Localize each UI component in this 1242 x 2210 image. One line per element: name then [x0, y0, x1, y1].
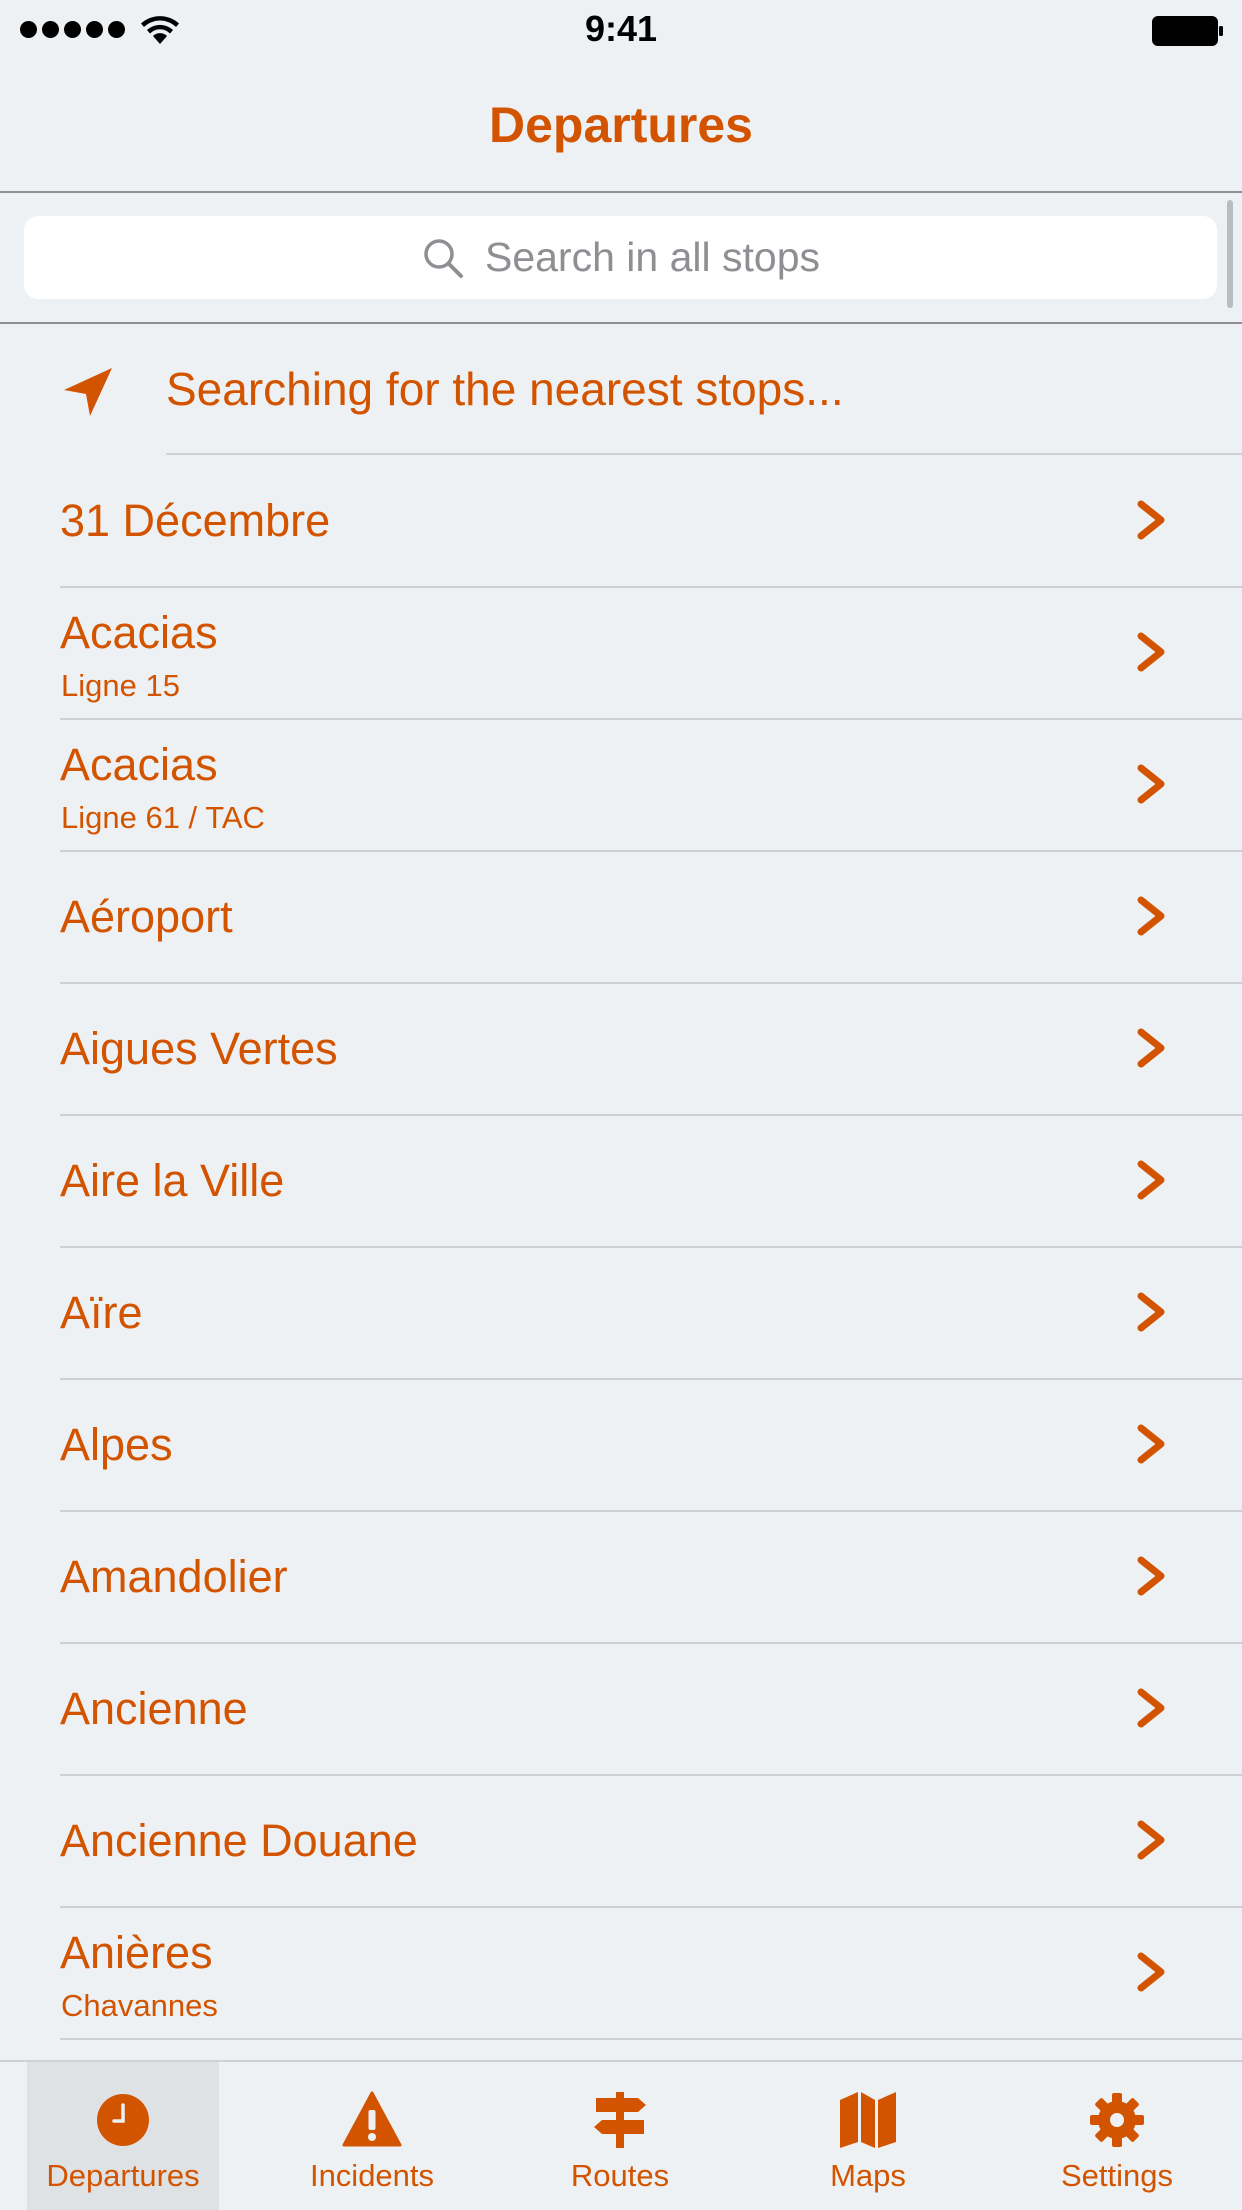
- nearest-stops-row[interactable]: Searching for the nearest stops...: [0, 324, 1242, 455]
- signpost-icon: [594, 2092, 646, 2148]
- search-icon: [424, 238, 463, 278]
- search-placeholder: Search in all stops: [484, 234, 820, 280]
- stop-list: 31 Décembre Acacias Ligne 15 Acacias Lig…: [0, 456, 1242, 2040]
- scroll-indicator[interactable]: [1227, 200, 1233, 308]
- chevron-right-icon: [1137, 896, 1165, 936]
- list-item[interactable]: Alpes: [0, 1380, 1242, 1512]
- list-item[interactable]: Aigues Vertes: [0, 984, 1242, 1116]
- list-item[interactable]: Aire la Ville: [0, 1116, 1242, 1248]
- tab-incidents[interactable]: Incidents: [248, 2062, 496, 2210]
- chevron-right-icon: [1137, 500, 1165, 540]
- list-item[interactable]: Acacias Ligne 15: [0, 588, 1242, 720]
- tab-routes[interactable]: Routes: [496, 2062, 744, 2210]
- tab-settings[interactable]: Settings: [992, 2062, 1242, 2210]
- search-input[interactable]: Search in all stops: [24, 216, 1217, 299]
- list-item[interactable]: Ancienne Douane: [0, 1776, 1242, 1908]
- stop-name: Alpes: [60, 1419, 173, 1470]
- status-bar: 9:41: [0, 0, 1242, 60]
- stop-name: Ancienne: [60, 1683, 248, 1734]
- tab-label: Incidents: [309, 2158, 435, 2193]
- list-item[interactable]: Acacias Ligne 61 / TAC: [0, 720, 1242, 852]
- stop-name: Aire la Ville: [60, 1155, 285, 1206]
- tab-bar: Departures Incidents Routes Maps Setting…: [0, 2060, 1242, 2210]
- location-arrow-icon: [64, 368, 112, 416]
- status-time: 9:41: [584, 8, 658, 49]
- search-area: Search in all stops: [0, 193, 1242, 324]
- stop-name: Anières: [60, 1927, 213, 1978]
- list-item[interactable]: Anières Chavannes: [0, 1908, 1242, 2040]
- separator: [166, 453, 1242, 455]
- stop-name: Aéroport: [60, 891, 233, 942]
- list-item[interactable]: 31 Décembre: [0, 456, 1242, 588]
- chevron-right-icon: [1137, 1160, 1165, 1200]
- nearest-stops-label: Searching for the nearest stops...: [166, 363, 844, 415]
- chevron-right-icon: [1137, 1952, 1165, 1992]
- clock-icon: [97, 2094, 149, 2146]
- tab-departures[interactable]: Departures: [27, 2062, 219, 2210]
- tab-maps[interactable]: Maps: [744, 2062, 992, 2210]
- tab-label: Routes: [570, 2158, 670, 2193]
- battery-icon: [1152, 16, 1223, 46]
- stop-subtitle: Ligne 15: [61, 668, 180, 703]
- gear-icon: [1090, 2093, 1144, 2147]
- tab-label: Departures: [46, 2158, 200, 2193]
- page-title: Departures: [489, 97, 753, 153]
- separator: [60, 2038, 1242, 2040]
- chevron-right-icon: [1137, 764, 1165, 804]
- stop-name: Acacias: [60, 739, 218, 790]
- list-item[interactable]: Ancienne: [0, 1644, 1242, 1776]
- stop-name: Aigues Vertes: [60, 1023, 338, 1074]
- stop-name: Acacias: [60, 607, 218, 658]
- navigation-bar: Departures: [0, 60, 1242, 193]
- chevron-right-icon: [1137, 1028, 1165, 1068]
- warning-icon: [342, 2091, 402, 2147]
- stop-name: Ancienne Douane: [60, 1815, 418, 1866]
- tab-label: Maps: [830, 2158, 906, 2193]
- stop-subtitle: Ligne 61 / TAC: [61, 800, 265, 835]
- chevron-right-icon: [1137, 1556, 1165, 1596]
- stop-subtitle: Chavannes: [61, 1988, 218, 2023]
- chevron-right-icon: [1137, 1820, 1165, 1860]
- list-item[interactable]: Aéroport: [0, 852, 1242, 984]
- list-item[interactable]: Amandolier: [0, 1512, 1242, 1644]
- stop-name: 31 Décembre: [60, 495, 331, 546]
- chevron-right-icon: [1137, 1292, 1165, 1332]
- list-item[interactable]: Aïre: [0, 1248, 1242, 1380]
- chevron-right-icon: [1137, 1424, 1165, 1464]
- stop-name: Aïre: [60, 1287, 143, 1338]
- chevron-right-icon: [1137, 632, 1165, 672]
- stop-name: Amandolier: [60, 1551, 288, 1602]
- tab-label: Settings: [1060, 2158, 1173, 2193]
- chevron-right-icon: [1137, 1688, 1165, 1728]
- map-icon: [840, 2092, 896, 2148]
